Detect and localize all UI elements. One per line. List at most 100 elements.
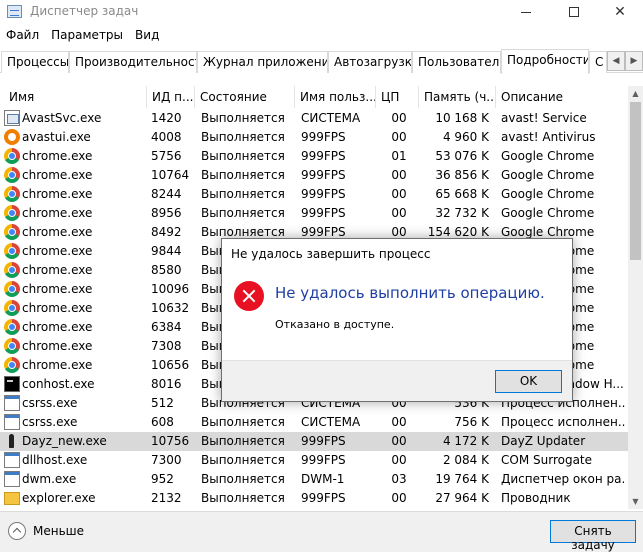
process-memory: 154 620 K xyxy=(427,225,489,239)
scroll-up-button[interactable]: ▲ xyxy=(628,86,643,101)
table-row[interactable]: Dayz_new.exe 10756 Выполняется 999FPS 00 4 17… xyxy=(0,432,628,451)
process-memory: 756 K xyxy=(454,415,489,429)
process-user: DWM-1 xyxy=(301,472,345,486)
minimize-icon xyxy=(521,11,531,13)
process-cpu: 03 xyxy=(391,472,407,486)
end-task-button[interactable]: Снять задачу xyxy=(550,520,636,552)
process-name: csrss.exe xyxy=(22,396,78,410)
column-header-memory[interactable]: Память (ч... xyxy=(419,86,496,108)
table-row[interactable]: AvastSvc.exe 1420 Выполняется СИСТЕМА 00 10 1… xyxy=(0,109,628,128)
tab-users[interactable]: Пользователи xyxy=(412,51,501,73)
process-name: conhost.exe xyxy=(22,377,95,391)
process-state: Выполняется xyxy=(201,111,285,125)
window-title: Диспетчер задач xyxy=(30,4,139,18)
process-name: chrome.exe xyxy=(22,301,93,315)
menu-file[interactable]: Файл xyxy=(0,26,45,46)
folder-icon xyxy=(4,492,20,505)
chrome-icon xyxy=(4,281,20,297)
fewer-details-icon[interactable] xyxy=(8,522,26,540)
close-icon: ✕ xyxy=(614,4,626,20)
maximize-button[interactable] xyxy=(551,0,597,24)
process-user: 999FPS xyxy=(301,187,346,201)
process-name: dllhost.exe xyxy=(22,453,88,467)
process-user: 999FPS xyxy=(301,453,346,467)
dayz-icon xyxy=(4,433,20,449)
process-name: chrome.exe xyxy=(22,168,93,182)
table-row[interactable]: avastui.exe 4008 Выполняется 999FPS 00 4 960 … xyxy=(0,128,628,147)
process-description: Процесс исполнен... xyxy=(501,415,625,429)
scroll-thumb[interactable] xyxy=(630,102,641,260)
scroll-down-button[interactable]: ▼ xyxy=(628,494,643,509)
process-description: avast! Service xyxy=(501,111,587,125)
tab-startup[interactable]: Автозагрузка xyxy=(328,51,412,73)
menu-options[interactable]: Параметры xyxy=(45,26,129,46)
process-memory: 4 172 K xyxy=(442,434,489,448)
table-row[interactable]: explorer.exe 2132 Выполняется 999FPS 00 27 96… xyxy=(0,489,628,508)
column-header-cpu[interactable]: ЦП xyxy=(376,86,419,108)
menu-view[interactable]: Вид xyxy=(129,26,165,46)
table-row[interactable]: chrome.exe 8244 Выполняется 999FPS 00 65 668 … xyxy=(0,185,628,204)
process-cpu: 00 xyxy=(391,111,407,125)
process-state: Выполняется xyxy=(201,491,285,505)
process-name: avastui.exe xyxy=(22,130,91,144)
process-description: avast! Antivirus xyxy=(501,130,596,144)
tab-details[interactable]: Подробности xyxy=(501,49,589,74)
process-cpu: 00 xyxy=(391,491,407,505)
chevron-left-icon: ◀ xyxy=(612,56,620,66)
tab-performance[interactable]: Производительность xyxy=(69,51,197,73)
process-pid: 8244 xyxy=(151,187,182,201)
process-state: Выполняется xyxy=(201,225,285,239)
table-row[interactable]: dwm.exe 952 Выполняется DWM-1 03 19 764 K Дисп… xyxy=(0,470,628,489)
tab-processes[interactable]: Процессы xyxy=(1,51,69,73)
process-pid: 8580 xyxy=(151,263,182,277)
table-row[interactable]: csrss.exe 608 Выполняется СИСТЕМА 00 756 K Про… xyxy=(0,413,628,432)
column-header-description[interactable]: Описание xyxy=(496,86,628,108)
table-row[interactable]: chrome.exe 8956 Выполняется 999FPS 00 32 732 … xyxy=(0,204,628,223)
tab-services[interactable]: С xyxy=(589,51,607,73)
process-cpu: 00 xyxy=(391,187,407,201)
tab-scroll-left-button[interactable]: ◀ xyxy=(607,51,625,71)
table-row[interactable]: chrome.exe 10764 Выполняется 999FPS 00 36 856… xyxy=(0,166,628,185)
process-memory: 19 764 K xyxy=(435,472,489,486)
table-row[interactable]: dllhost.exe 7300 Выполняется 999FPS 00 2 084 … xyxy=(0,451,628,470)
process-state: Выполняется xyxy=(201,130,285,144)
tab-app-history[interactable]: Журнал приложений xyxy=(197,51,328,73)
system-window-icon xyxy=(4,452,20,468)
column-header-name[interactable]: Имя xyxy=(4,86,147,108)
process-pid: 10656 xyxy=(151,358,190,372)
system-window-icon xyxy=(4,395,20,411)
table-row[interactable]: chrome.exe 5756 Выполняется 999FPS 01 53 076 … xyxy=(0,147,628,166)
process-user: 999FPS xyxy=(301,149,346,163)
vertical-scrollbar[interactable]: ▲ ▼ xyxy=(628,86,643,509)
process-pid: 9844 xyxy=(151,244,182,258)
column-header-state[interactable]: Состояние xyxy=(195,86,295,108)
process-description: Google Chrome xyxy=(501,149,595,163)
process-name: chrome.exe xyxy=(22,206,93,220)
task-manager-icon xyxy=(7,5,22,18)
close-button[interactable]: ✕ xyxy=(597,0,643,24)
process-pid: 5756 xyxy=(151,149,182,163)
tab-strip: Процессы Производительность Журнал прило… xyxy=(0,49,643,74)
process-state: Выполняется xyxy=(201,149,285,163)
process-description: DayZ Updater xyxy=(501,434,586,448)
process-memory: 4 960 K xyxy=(442,130,489,144)
chrome-icon xyxy=(4,224,20,240)
tab-scroll-right-button[interactable]: ▶ xyxy=(625,51,643,71)
process-name: chrome.exe xyxy=(22,149,93,163)
process-user: 999FPS xyxy=(301,206,346,220)
system-window-icon xyxy=(4,414,20,430)
process-pid: 10632 xyxy=(151,301,190,315)
process-name: chrome.exe xyxy=(22,320,93,334)
process-pid: 4008 xyxy=(151,130,182,144)
column-header-user[interactable]: Имя польз... xyxy=(295,86,376,108)
process-cpu: 01 xyxy=(391,149,407,163)
process-description: Проводник xyxy=(501,491,571,505)
scroll-up-icon: ▲ xyxy=(632,89,639,98)
process-name: chrome.exe xyxy=(22,263,93,277)
column-header-pid[interactable]: ИД п... xyxy=(147,86,195,108)
minimize-button[interactable] xyxy=(503,0,549,24)
process-name: chrome.exe xyxy=(22,187,93,201)
fewer-details-link[interactable]: Меньше xyxy=(33,524,84,538)
maximize-icon xyxy=(569,7,579,17)
ok-button[interactable]: OK xyxy=(495,370,562,393)
